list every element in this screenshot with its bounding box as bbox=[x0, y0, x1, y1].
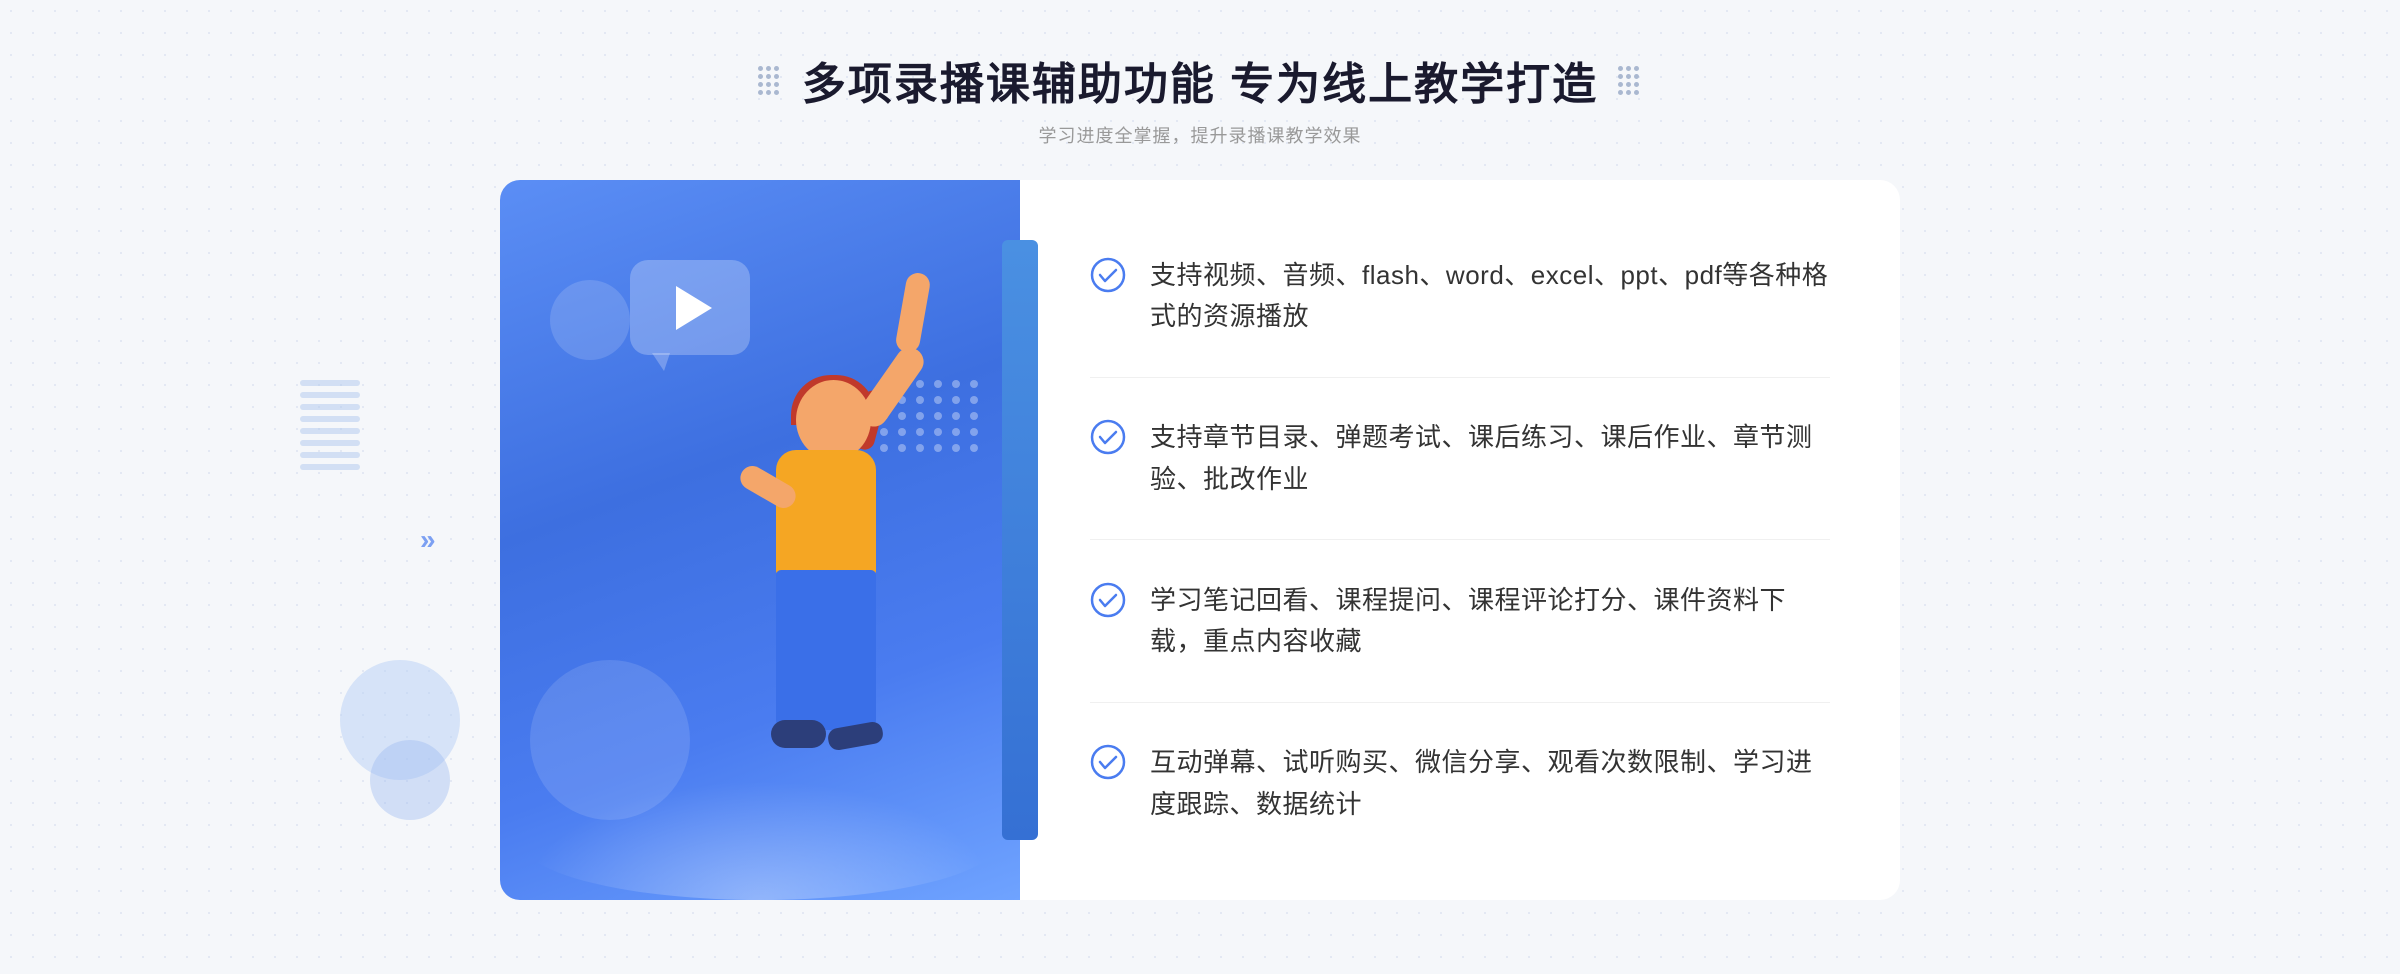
content-area: » bbox=[500, 180, 1900, 900]
head bbox=[796, 380, 871, 460]
page-title: 多项录播课辅助功能 专为线上教学打造 bbox=[802, 48, 1598, 112]
stripe-4 bbox=[300, 416, 360, 422]
left-dot-grid-icon bbox=[758, 66, 782, 95]
stripe-2 bbox=[300, 392, 360, 398]
feature-item-3: 学习笔记回看、课程提问、课程评论打分、课件资料下载，重点内容收藏 bbox=[1090, 570, 1830, 673]
stripe-6 bbox=[300, 440, 360, 446]
arm-right-lower bbox=[894, 271, 932, 354]
right-dot-grid-icon bbox=[1618, 66, 1642, 95]
deco-small-circle bbox=[550, 280, 630, 360]
feature-text-4: 互动弹幕、试听购买、微信分享、观看次数限制、学习进度跟踪、数据统计 bbox=[1150, 742, 1830, 825]
feature-text-1: 支持视频、音频、flash、word、excel、ppt、pdf等各种格式的资源… bbox=[1150, 255, 1830, 338]
check-icon-3 bbox=[1090, 582, 1126, 618]
page-subtitle: 学习进度全掌握，提升录播课教学效果 bbox=[758, 122, 1642, 148]
feature-text-2: 支持章节目录、弹题考试、课后练习、课后作业、章节测验、批改作业 bbox=[1150, 417, 1830, 500]
feature-text-3: 学习笔记回看、课程提问、课程评论打分、课件资料下载，重点内容收藏 bbox=[1150, 580, 1830, 663]
deco-circle-small bbox=[370, 740, 450, 820]
feature-item-4: 互动弹幕、试听购买、微信分享、观看次数限制、学习进度跟踪、数据统计 bbox=[1090, 732, 1830, 835]
deco-large-circle bbox=[530, 660, 690, 820]
divider-2 bbox=[1090, 539, 1830, 540]
arm-right-upper bbox=[855, 342, 930, 432]
play-icon bbox=[676, 286, 712, 330]
stripe-decoration bbox=[300, 380, 360, 500]
accent-bar bbox=[1002, 240, 1038, 840]
person-illustration bbox=[676, 380, 956, 900]
shoe-left bbox=[771, 720, 826, 748]
stripe-7 bbox=[300, 452, 360, 458]
decorative-circles bbox=[340, 660, 460, 820]
features-panel: 支持视频、音频、flash、word、excel、ppt、pdf等各种格式的资源… bbox=[1020, 180, 1900, 900]
illustration-panel bbox=[500, 180, 1020, 900]
stripe-5 bbox=[300, 428, 360, 434]
check-icon-2 bbox=[1090, 419, 1126, 455]
chevron-left-icon: » bbox=[420, 526, 436, 554]
play-bubble bbox=[630, 260, 750, 355]
stripe-8 bbox=[300, 464, 360, 470]
check-icon-1 bbox=[1090, 257, 1126, 293]
title-row: 多项录播课辅助功能 专为线上教学打造 bbox=[758, 48, 1642, 112]
body bbox=[776, 450, 876, 580]
divider-3 bbox=[1090, 702, 1830, 703]
pants bbox=[776, 570, 876, 730]
left-chevrons: » bbox=[420, 526, 436, 554]
stripe-1 bbox=[300, 380, 360, 386]
header-section: 多项录播课辅助功能 专为线上教学打造 学习进度全掌握，提升录播课教学效果 bbox=[758, 48, 1642, 148]
page-wrapper: 多项录播课辅助功能 专为线上教学打造 学习进度全掌握，提升录播课教学效果 » bbox=[0, 0, 2400, 974]
feature-item-1: 支持视频、音频、flash、word、excel、ppt、pdf等各种格式的资源… bbox=[1090, 245, 1830, 348]
stripe-3 bbox=[300, 404, 360, 410]
check-icon-4 bbox=[1090, 744, 1126, 780]
feature-item-2: 支持章节目录、弹题考试、课后练习、课后作业、章节测验、批改作业 bbox=[1090, 407, 1830, 510]
divider-1 bbox=[1090, 377, 1830, 378]
